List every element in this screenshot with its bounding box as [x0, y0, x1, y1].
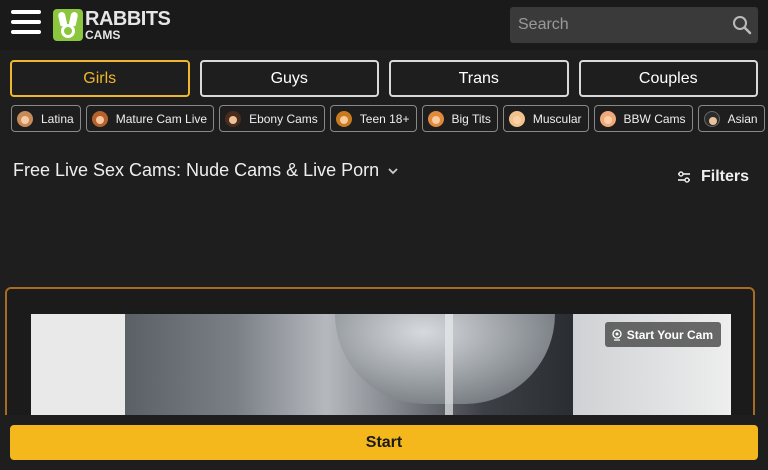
category-chip-bbw[interactable]: BBW Cams [593, 105, 693, 132]
category-label: Muscular [532, 111, 582, 126]
category-chip-asian[interactable]: Asian [697, 105, 765, 132]
category-label: Latina [41, 111, 74, 126]
site-logo[interactable]: RABBITS CAMS [53, 8, 171, 42]
menu-icon[interactable] [11, 10, 41, 38]
tab-guys[interactable]: Guys [199, 60, 379, 97]
category-label: Big Tits [451, 111, 491, 126]
webcam-icon [612, 328, 622, 341]
rabbit-logo-icon [53, 9, 83, 41]
bbw-icon [599, 110, 616, 127]
category-chip-big-tits[interactable]: Big Tits [421, 105, 498, 132]
filters-label: Filters [700, 168, 749, 185]
start-your-cam-button[interactable]: Start Your Cam [604, 322, 721, 347]
start-your-cam-label: Start Your Cam [626, 327, 713, 342]
gender-tabs: Girls Guys Trans Couples [10, 60, 758, 97]
filters-button[interactable]: Filters [677, 168, 749, 186]
search-input[interactable] [510, 7, 720, 43]
category-chips: Latina Mature Cam Live Ebony Cams Teen 1… [11, 105, 768, 132]
asian-icon [703, 110, 720, 127]
category-chip-ebony[interactable]: Ebony Cams [219, 105, 325, 132]
tab-couples[interactable]: Couples [578, 60, 758, 97]
category-label: Mature Cam Live [115, 111, 208, 126]
latina-icon [17, 110, 33, 127]
mature-icon [91, 110, 108, 127]
big-tits-icon [427, 110, 444, 127]
category-label: Ebony Cams [249, 111, 318, 126]
tab-girls[interactable]: Girls [10, 60, 190, 97]
page-title-dropdown[interactable]: Free Live Sex Cams: Nude Cams & Live Por… [13, 160, 399, 181]
start-button[interactable]: Start [10, 425, 758, 460]
top-bar: RABBITS CAMS [0, 0, 768, 50]
category-label: Asian [727, 111, 758, 126]
category-label: Teen 18+ [359, 111, 410, 126]
search-box [510, 7, 758, 43]
ebony-icon [225, 110, 242, 127]
category-chip-teen[interactable]: Teen 18+ [329, 105, 417, 132]
search-icon[interactable] [732, 15, 752, 35]
sliders-icon [677, 171, 690, 183]
category-label: BBW Cams [623, 111, 686, 126]
tab-trans[interactable]: Trans [389, 60, 569, 97]
logo-text-primary: RABBITS [85, 8, 171, 30]
category-chip-mature[interactable]: Mature Cam Live [85, 105, 215, 132]
category-chip-latina[interactable]: Latina [11, 105, 81, 132]
muscle-icon [508, 110, 525, 127]
chevron-down-icon [388, 167, 398, 174]
teen-icon [335, 110, 352, 127]
category-chip-muscular[interactable]: Muscular [502, 105, 589, 132]
logo-text-secondary: CAMS [85, 28, 121, 42]
page-title: Free Live Sex Cams: Nude Cams & Live Por… [13, 160, 380, 180]
